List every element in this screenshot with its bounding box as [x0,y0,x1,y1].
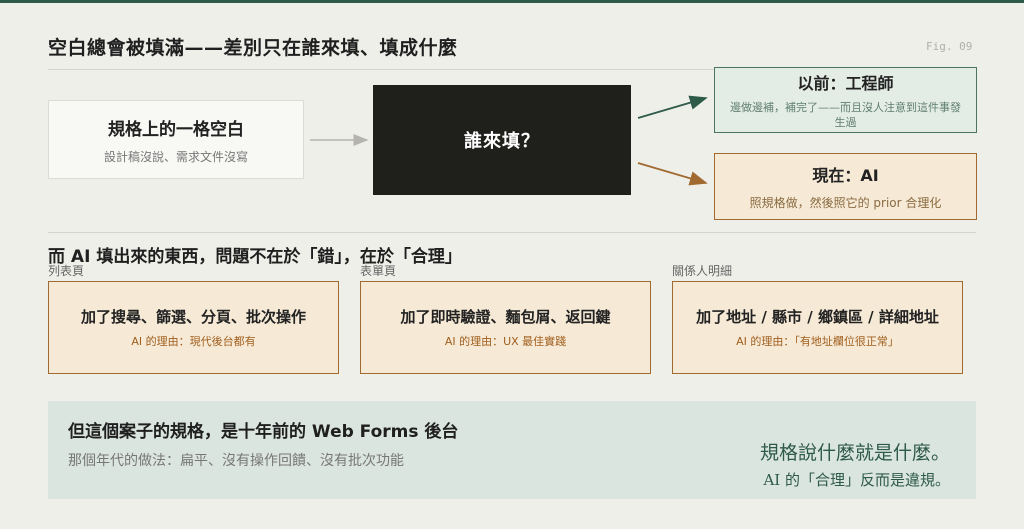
figure-label: Fig. 09 [926,40,973,53]
now-box: 現在：AI 照規格做，然後照它的 prior 合理化 [714,153,977,220]
bottom-quote-line2: AI 的「合理」反而是違規。 [763,471,950,489]
card-list-page: 加了搜尋、篩選、分頁、批次操作 AI 的理由：現代後台都有 [48,281,339,374]
source-box-subtitle: 設計稿沒說、需求文件沒寫 [103,149,248,164]
center-box-title: 誰來填？ [464,131,540,152]
card-detail-page: 加了地址 / 縣市 / 鄉鎮區 / 詳細地址 AI 的理由：「有地址欄位很正常」 [672,281,963,374]
arrow-center-to-now [637,162,708,186]
card-label-detail: 關係人明細 [672,264,733,278]
arrow-center-to-before [637,95,708,119]
section-title: 而 AI 填出來的東西，問題不在於「錯」，在於「合理」 [48,247,462,267]
divider-middle [48,232,976,233]
card-reason: AI 的理由：「有地址欄位很正常」 [736,335,899,348]
before-box: 以前：工程師 邊做邊補，補完了——而且沒人注意到這件事發生過 [714,67,977,133]
now-box-title: 現在：AI [812,166,879,185]
center-box: 誰來填？ [373,85,631,195]
source-box-title: 規格上的一格空白 [108,119,244,140]
card-reason: AI 的理由：現代後台都有 [131,335,256,348]
card-title: 加了地址 / 縣市 / 鄉鎮區 / 詳細地址 [696,308,939,326]
card-title: 加了搜尋、篩選、分頁、批次操作 [80,308,306,326]
card-title: 加了即時驗證、麵包屑、返回鍵 [400,308,611,326]
bottom-quote-line1: 規格說什麼就是什麼。 [759,442,950,464]
card-label-list: 列表頁 [48,264,85,278]
bottom-subtitle: 那個年代的做法：扁平、沒有操作回饋、沒有批次功能 [68,453,404,469]
top-accent-bar [0,0,1024,3]
card-reason: AI 的理由：UX 最佳實踐 [444,335,567,348]
now-box-subtitle: 照規格做，然後照它的 prior 合理化 [749,196,942,210]
before-box-subtitle: 邊做邊補，補完了——而且沒人注意到這件事發生過 [730,101,961,129]
card-form-page: 加了即時驗證、麵包屑、返回鍵 AI 的理由：UX 最佳實踐 [360,281,651,374]
page-title: 空白總會被填滿——差別只在誰來填、填成什麼 [48,37,458,59]
source-box: 規格上的一格空白 設計稿沒說、需求文件沒寫 [48,100,304,179]
before-box-title: 以前：工程師 [797,74,894,93]
bottom-title: 但這個案子的規格，是十年前的 Web Forms 後台 [68,422,459,442]
card-label-form: 表單頁 [360,264,397,278]
